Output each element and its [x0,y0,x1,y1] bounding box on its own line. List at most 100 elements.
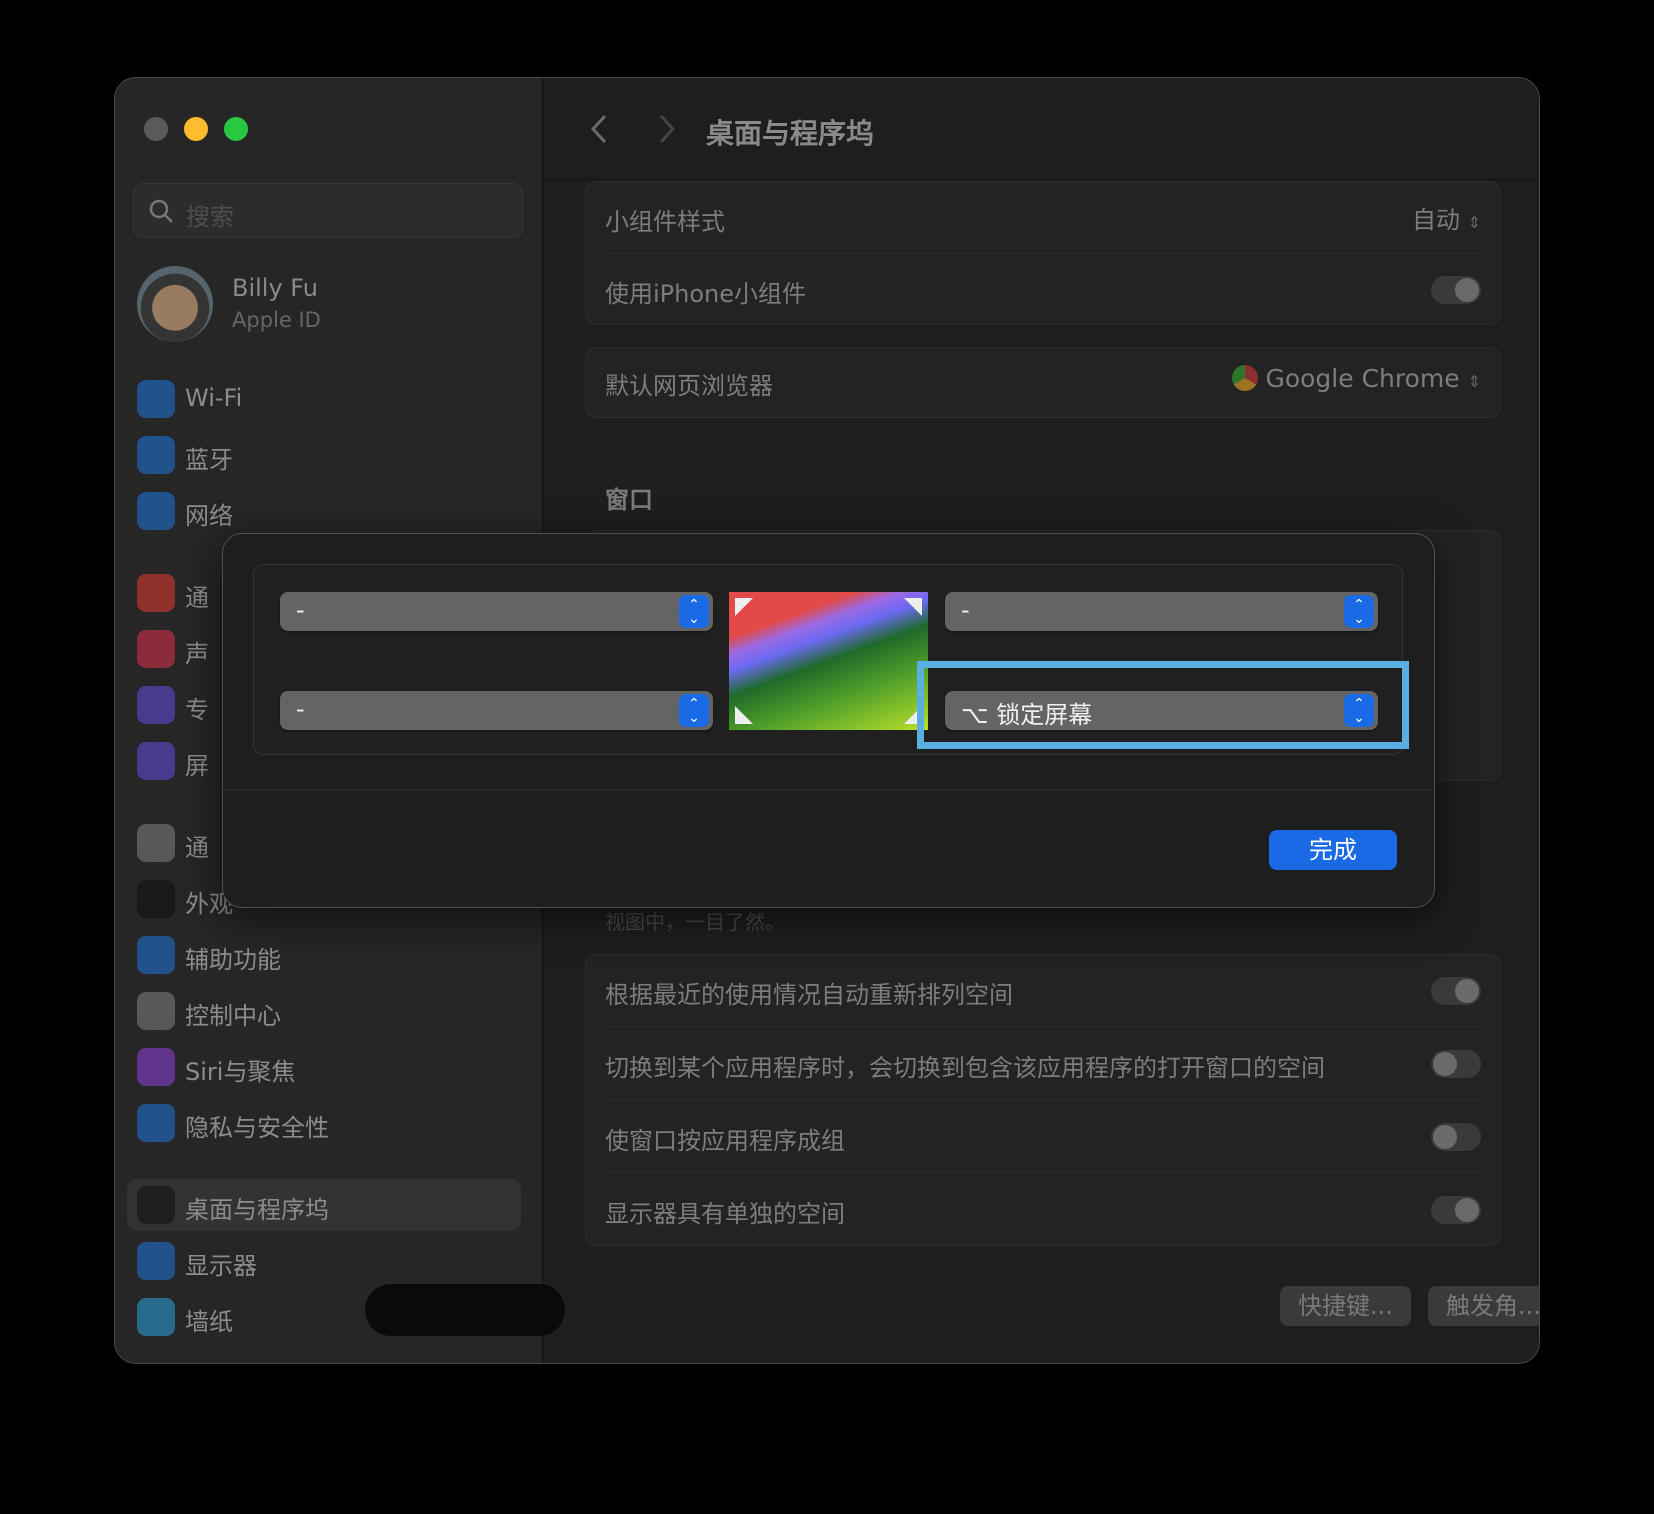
redaction-blob [365,1284,565,1336]
spaces-row: 切换到某个应用程序时，会切换到包含该应用程序的打开窗口的空间 [605,1028,1481,1100]
profile-name: Billy Fu [232,274,319,302]
close-button[interactable] [144,117,168,141]
widgets-group: 小组件样式 自动 ⇕ 使用iPhone小组件 [585,181,1501,325]
sidebar-item-label: 辅助功能 [185,946,281,974]
select-value: - [296,695,305,723]
sidebar-item-11[interactable]: Siri与聚焦 [127,1041,521,1093]
updown-icon: ⌃ ⌄ [679,595,709,628]
bell-icon [137,574,175,612]
sidebar-item-label: 桌面与程序坞 [185,1196,329,1224]
sidebar-item-14[interactable]: 显示器 [127,1235,521,1287]
speaker-icon [137,630,175,668]
highlight-box [917,661,1409,749]
windows-section-header: 窗口 [605,486,653,514]
toolbar: 桌面与程序坞 [544,78,1539,180]
widget-style-value: 自动 [1411,206,1460,234]
select-value: - [296,596,305,624]
default-browser-label: 默认网页浏览器 [605,372,773,400]
default-browser-select[interactable]: Google Chrome ⇕ [1231,364,1481,393]
corner-marker [904,598,922,616]
sidebar-item-label: 通 [185,834,209,862]
flower-icon [137,1298,175,1336]
sidebar-item-label: 屏 [185,752,209,780]
corner-marker [735,706,753,724]
avatar [137,266,213,342]
sidebar-item-label: 墙纸 [185,1308,233,1336]
spaces-toggle[interactable] [1431,977,1481,1005]
hot-corners-button[interactable]: 触发角... [1428,1286,1539,1326]
sidebar-item-2[interactable]: 网络 [127,485,521,537]
spaces-group: 根据最近的使用情况自动重新排列空间切换到某个应用程序时，会切换到包含该应用程序的… [585,954,1501,1246]
sidebar-item-label: 控制中心 [185,1002,281,1030]
spaces-row-label: 根据最近的使用情况自动重新排列空间 [605,981,1013,1009]
accessibility-icon [137,936,175,974]
wifi-icon [137,380,175,418]
iphone-widgets-row: 使用iPhone小组件 [605,254,1481,326]
sidebar-item-label: Siri与聚焦 [185,1058,296,1086]
default-browser-row: 默认网页浏览器 Google Chrome ⇕ [605,348,1481,420]
browser-group: 默认网页浏览器 Google Chrome ⇕ [585,347,1501,418]
search-placeholder: 搜索 [186,203,234,231]
widget-style-select[interactable]: 自动 ⇕ [1412,200,1481,235]
sidebar-item-9[interactable]: 辅助功能 [127,929,521,981]
hand-icon [137,1104,175,1142]
siri-icon [137,1048,175,1086]
spaces-row: 显示器具有单独的空间 [605,1174,1481,1246]
forward-chevron-icon[interactable] [657,113,677,145]
search-input[interactable]: 搜索 [133,183,523,238]
sidebar-item-0[interactable]: Wi-Fi [127,373,521,425]
sidebar-item-label: Wi-Fi [185,384,243,412]
search-icon [149,199,173,223]
spaces-row-label: 使窗口按应用程序成组 [605,1127,845,1155]
profile[interactable]: Billy Fu Apple ID [137,266,517,346]
spaces-row-label: 显示器具有单独的空间 [605,1200,845,1228]
bottom-left-corner-select[interactable]: - ⌃ ⌄ [280,691,713,730]
done-button[interactable]: 完成 [1269,830,1397,870]
spaces-row: 使窗口按应用程序成组 [605,1101,1481,1173]
spaces-row-label: 切换到某个应用程序时，会切换到包含该应用程序的打开窗口的空间 [605,1054,1325,1082]
dock-icon [137,1186,175,1224]
top-right-corner-select[interactable]: - ⌃ ⌄ [945,592,1378,631]
divider [223,789,1434,790]
sidebar-item-12[interactable]: 隐私与安全性 [127,1097,521,1149]
sun-icon [137,1242,175,1280]
select-value: - [961,596,970,624]
page-title: 桌面与程序坞 [706,117,875,150]
spaces-row: 根据最近的使用情况自动重新排列空间 [605,955,1481,1027]
sidebar-item-10[interactable]: 控制中心 [127,985,521,1037]
updown-icon: ⌃ ⌄ [1344,595,1374,628]
iphone-widgets-label: 使用iPhone小组件 [605,280,807,308]
hourglass-icon [137,742,175,780]
appearance-icon [137,880,175,918]
shortcuts-button[interactable]: 快捷键... [1280,1286,1411,1326]
iphone-widgets-toggle[interactable] [1431,276,1481,304]
sidebar-item-1[interactable]: 蓝牙 [127,429,521,481]
sidebar-item-13[interactable]: 桌面与程序坞 [127,1179,521,1231]
spaces-toggle[interactable] [1431,1123,1481,1151]
minimize-button[interactable] [184,117,208,141]
moon-icon [137,686,175,724]
chrome-icon [1231,365,1258,391]
desktop-preview-image [729,592,928,730]
updown-icon: ⇕ [1467,213,1481,232]
bluetooth-icon [137,436,175,474]
sidebar-item-label: 专 [185,696,209,724]
faded-description: 视图中，一目了然。 [605,910,785,934]
zoom-button[interactable] [224,117,248,141]
updown-icon: ⌃ ⌄ [679,694,709,727]
spaces-toggle[interactable] [1431,1050,1481,1078]
gear-icon [137,824,175,862]
sidebar-item-label: 声 [185,640,209,668]
default-browser-value: Google Chrome [1265,364,1460,393]
sidebar-item-label: 隐私与安全性 [185,1114,329,1142]
profile-subtitle: Apple ID [232,308,321,332]
sidebar-item-label: 网络 [185,502,233,530]
updown-icon: ⇕ [1467,372,1481,391]
back-chevron-icon[interactable] [589,113,609,145]
sidebar-item-label: 显示器 [185,1252,257,1280]
sidebar-item-label: 通 [185,584,209,612]
corner-marker [735,598,753,616]
widget-style-label: 小组件样式 [605,208,725,236]
top-left-corner-select[interactable]: - ⌃ ⌄ [280,592,713,631]
spaces-toggle[interactable] [1431,1196,1481,1224]
